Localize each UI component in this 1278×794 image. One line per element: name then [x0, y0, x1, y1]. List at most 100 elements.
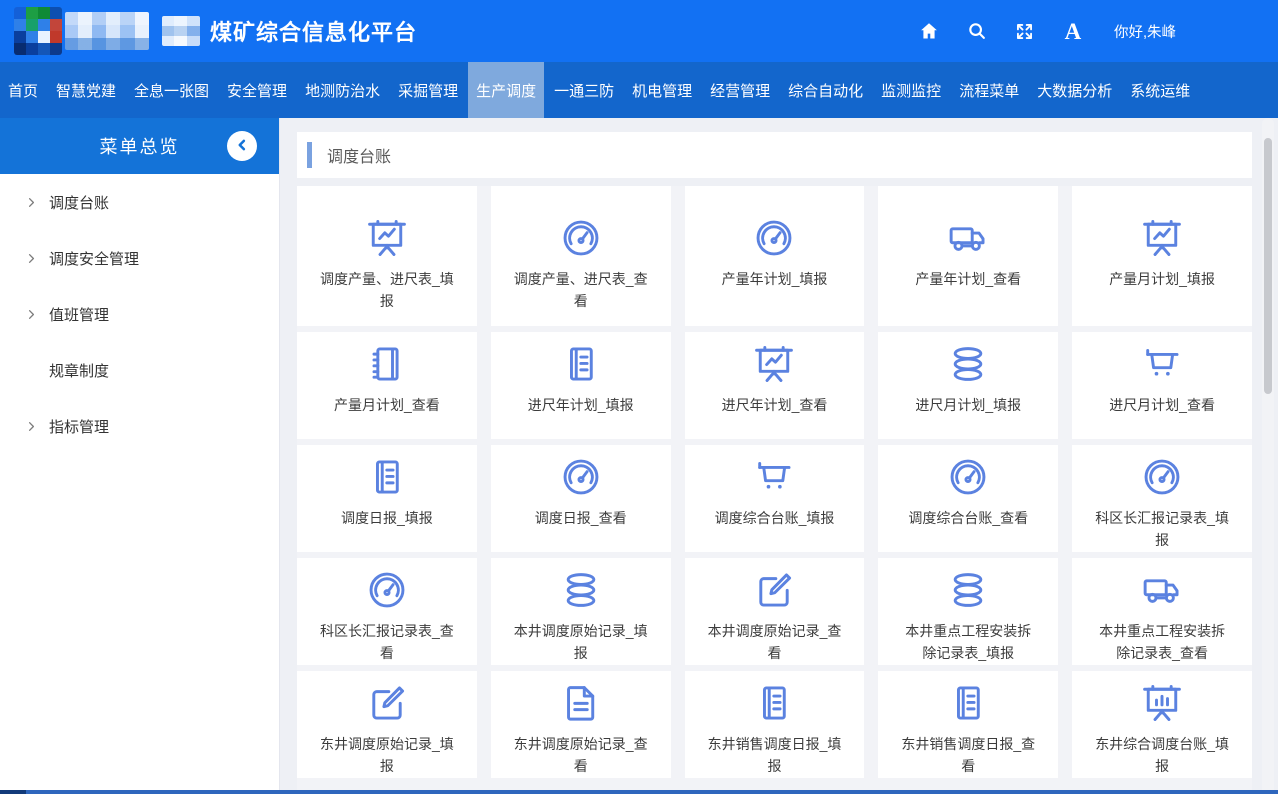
- sidebar-item[interactable]: 规章制度: [0, 342, 279, 398]
- nav-tab-label: 安全管理: [227, 80, 287, 101]
- nav-tab[interactable]: 地测防治水: [297, 62, 388, 118]
- chevron-left-icon: [233, 136, 251, 157]
- nav-tab[interactable]: 机电管理: [624, 62, 700, 118]
- menu-card[interactable]: 调度综合台账_查看: [878, 445, 1058, 552]
- menu-card[interactable]: 调度产量、进尺表_查看: [491, 186, 671, 326]
- chevron-right-icon: [25, 252, 38, 265]
- menu-card-label: 科区长汇报记录表_查看: [319, 621, 455, 664]
- menu-card-label: 调度日报_填报: [341, 508, 433, 530]
- database-icon: [946, 342, 990, 386]
- page-titlebar: 调度台账: [297, 132, 1252, 178]
- sidebar-item[interactable]: 调度安全管理: [0, 230, 279, 286]
- nav-tab[interactable]: 采掘管理: [390, 62, 466, 118]
- gauge-icon: [752, 216, 796, 260]
- nav-tab-label: 监测监控: [881, 80, 941, 101]
- menu-card[interactable]: 东井销售调度日报_填报: [685, 671, 865, 778]
- font-size-icon[interactable]: A: [1062, 20, 1084, 42]
- nav-tab[interactable]: 一通三防: [546, 62, 622, 118]
- search-icon[interactable]: [966, 20, 988, 42]
- nav-tab-label: 地测防治水: [305, 80, 380, 101]
- redacted-org-name: [65, 12, 149, 50]
- menu-card[interactable]: 产量年计划_查看: [878, 186, 1058, 326]
- menu-card[interactable]: 本井重点工程安装拆除记录表_查看: [1072, 558, 1252, 665]
- menu-card[interactable]: 东井销售调度日报_查看: [878, 671, 1058, 778]
- nav-tab-label: 大数据分析: [1037, 80, 1112, 101]
- chevron-right-icon: [25, 308, 38, 321]
- nav-tab[interactable]: 全息一张图: [126, 62, 217, 118]
- menu-card[interactable]: 进尺月计划_查看: [1072, 332, 1252, 439]
- sidebar-item-label: 规章制度: [49, 360, 109, 381]
- nav-tab[interactable]: 大数据分析: [1029, 62, 1120, 118]
- sidebar-item[interactable]: 指标管理: [0, 398, 279, 454]
- menu-card[interactable]: 产量年计划_填报: [685, 186, 865, 326]
- nav-tab[interactable]: 监测监控: [873, 62, 949, 118]
- sidebar-item-label: 调度台账: [49, 192, 109, 213]
- menu-card-label: 调度产量、进尺表_查看: [513, 269, 649, 312]
- redacted-text: [162, 16, 200, 46]
- menu-card-label: 科区长汇报记录表_填报: [1094, 508, 1230, 551]
- scrollbar-track[interactable]: [1262, 118, 1274, 794]
- gauge-icon: [946, 455, 990, 499]
- app-window: 煤矿综合信息化平台 A 你好,朱峰 首页智慧党建全息一张图安全管理地测防治水采掘…: [0, 0, 1278, 794]
- sidebar-item[interactable]: 调度台账: [0, 174, 279, 230]
- nav-tab-label: 生产调度: [476, 80, 536, 101]
- book-lines-icon: [365, 455, 409, 499]
- menu-card-label: 本井调度原始记录_查看: [706, 621, 842, 664]
- menu-card[interactable]: 本井调度原始记录_查看: [685, 558, 865, 665]
- sidebar-menu: 调度台账调度安全管理值班管理规章制度指标管理: [0, 174, 279, 454]
- sidebar-item[interactable]: 值班管理: [0, 286, 279, 342]
- menu-card[interactable]: 东井综合调度台账_填报: [1072, 671, 1252, 778]
- nav-tab[interactable]: 系统运维: [1122, 62, 1198, 118]
- database-icon: [559, 568, 603, 612]
- sidebar-collapse-button[interactable]: [227, 131, 257, 161]
- menu-card[interactable]: 东井调度原始记录_查看: [491, 671, 671, 778]
- menu-card[interactable]: 产量月计划_查看: [297, 332, 477, 439]
- scrollbar-thumb[interactable]: [1264, 138, 1272, 394]
- menu-card-label: 调度综合台账_查看: [908, 508, 1028, 530]
- fullscreen-icon[interactable]: [1014, 20, 1036, 42]
- nav-tab-label: 系统运维: [1130, 80, 1190, 101]
- cart-icon: [752, 455, 796, 499]
- menu-card[interactable]: 调度日报_查看: [491, 445, 671, 552]
- menu-card[interactable]: 本井调度原始记录_填报: [491, 558, 671, 665]
- menu-card[interactable]: 本井重点工程安装拆除记录表_填报: [878, 558, 1058, 665]
- home-icon[interactable]: [918, 20, 940, 42]
- menu-card[interactable]: 调度综合台账_填报: [685, 445, 865, 552]
- edit-icon: [752, 568, 796, 612]
- menu-card[interactable]: 进尺月计划_填报: [878, 332, 1058, 439]
- menu-card[interactable]: 进尺年计划_填报: [491, 332, 671, 439]
- nav-tab-label: 机电管理: [632, 80, 692, 101]
- nav-tab[interactable]: 流程菜单: [951, 62, 1027, 118]
- gauge-icon: [365, 568, 409, 612]
- main-nav: 首页智慧党建全息一张图安全管理地测防治水采掘管理生产调度一通三防机电管理经营管理…: [0, 62, 1278, 118]
- menu-card[interactable]: 科区长汇报记录表_查看: [297, 558, 477, 665]
- app-title: 煤矿综合信息化平台: [210, 15, 417, 47]
- menu-card[interactable]: 调度日报_填报: [297, 445, 477, 552]
- menu-card[interactable]: 科区长汇报记录表_填报: [1072, 445, 1252, 552]
- nav-tab-label: 综合自动化: [788, 80, 863, 101]
- book-lines-icon: [559, 342, 603, 386]
- chevron-right-icon: [25, 196, 38, 209]
- nav-tab[interactable]: 经营管理: [702, 62, 778, 118]
- nav-tab[interactable]: 安全管理: [219, 62, 295, 118]
- nav-tab[interactable]: 智慧党建: [48, 62, 124, 118]
- menu-card[interactable]: 产量月计划_填报: [1072, 186, 1252, 326]
- nav-tab-active[interactable]: 生产调度: [468, 62, 544, 118]
- menu-card[interactable]: 调度产量、进尺表_填报: [297, 186, 477, 326]
- user-greeting[interactable]: 你好,朱峰: [1114, 21, 1176, 42]
- menu-card-label: 东井销售调度日报_填报: [706, 734, 842, 777]
- document-icon: [559, 681, 603, 725]
- board-line-chart-icon: [752, 342, 796, 386]
- sidebar-item-label: 指标管理: [49, 416, 109, 437]
- menu-card[interactable]: 进尺年计划_查看: [685, 332, 865, 439]
- gauge-icon: [1140, 455, 1184, 499]
- menu-card-label: 东井销售调度日报_查看: [900, 734, 1036, 777]
- nav-tab[interactable]: 综合自动化: [780, 62, 871, 118]
- nav-tab-label: 经营管理: [710, 80, 770, 101]
- menu-card-label: 进尺月计划_查看: [1109, 395, 1215, 417]
- app-header: 煤矿综合信息化平台 A 你好,朱峰: [0, 0, 1278, 62]
- nav-tab[interactable]: 首页: [0, 62, 46, 118]
- menu-card-label: 调度产量、进尺表_填报: [319, 269, 455, 312]
- board-bar-chart-icon: [1140, 681, 1184, 725]
- menu-card[interactable]: 东井调度原始记录_填报: [297, 671, 477, 778]
